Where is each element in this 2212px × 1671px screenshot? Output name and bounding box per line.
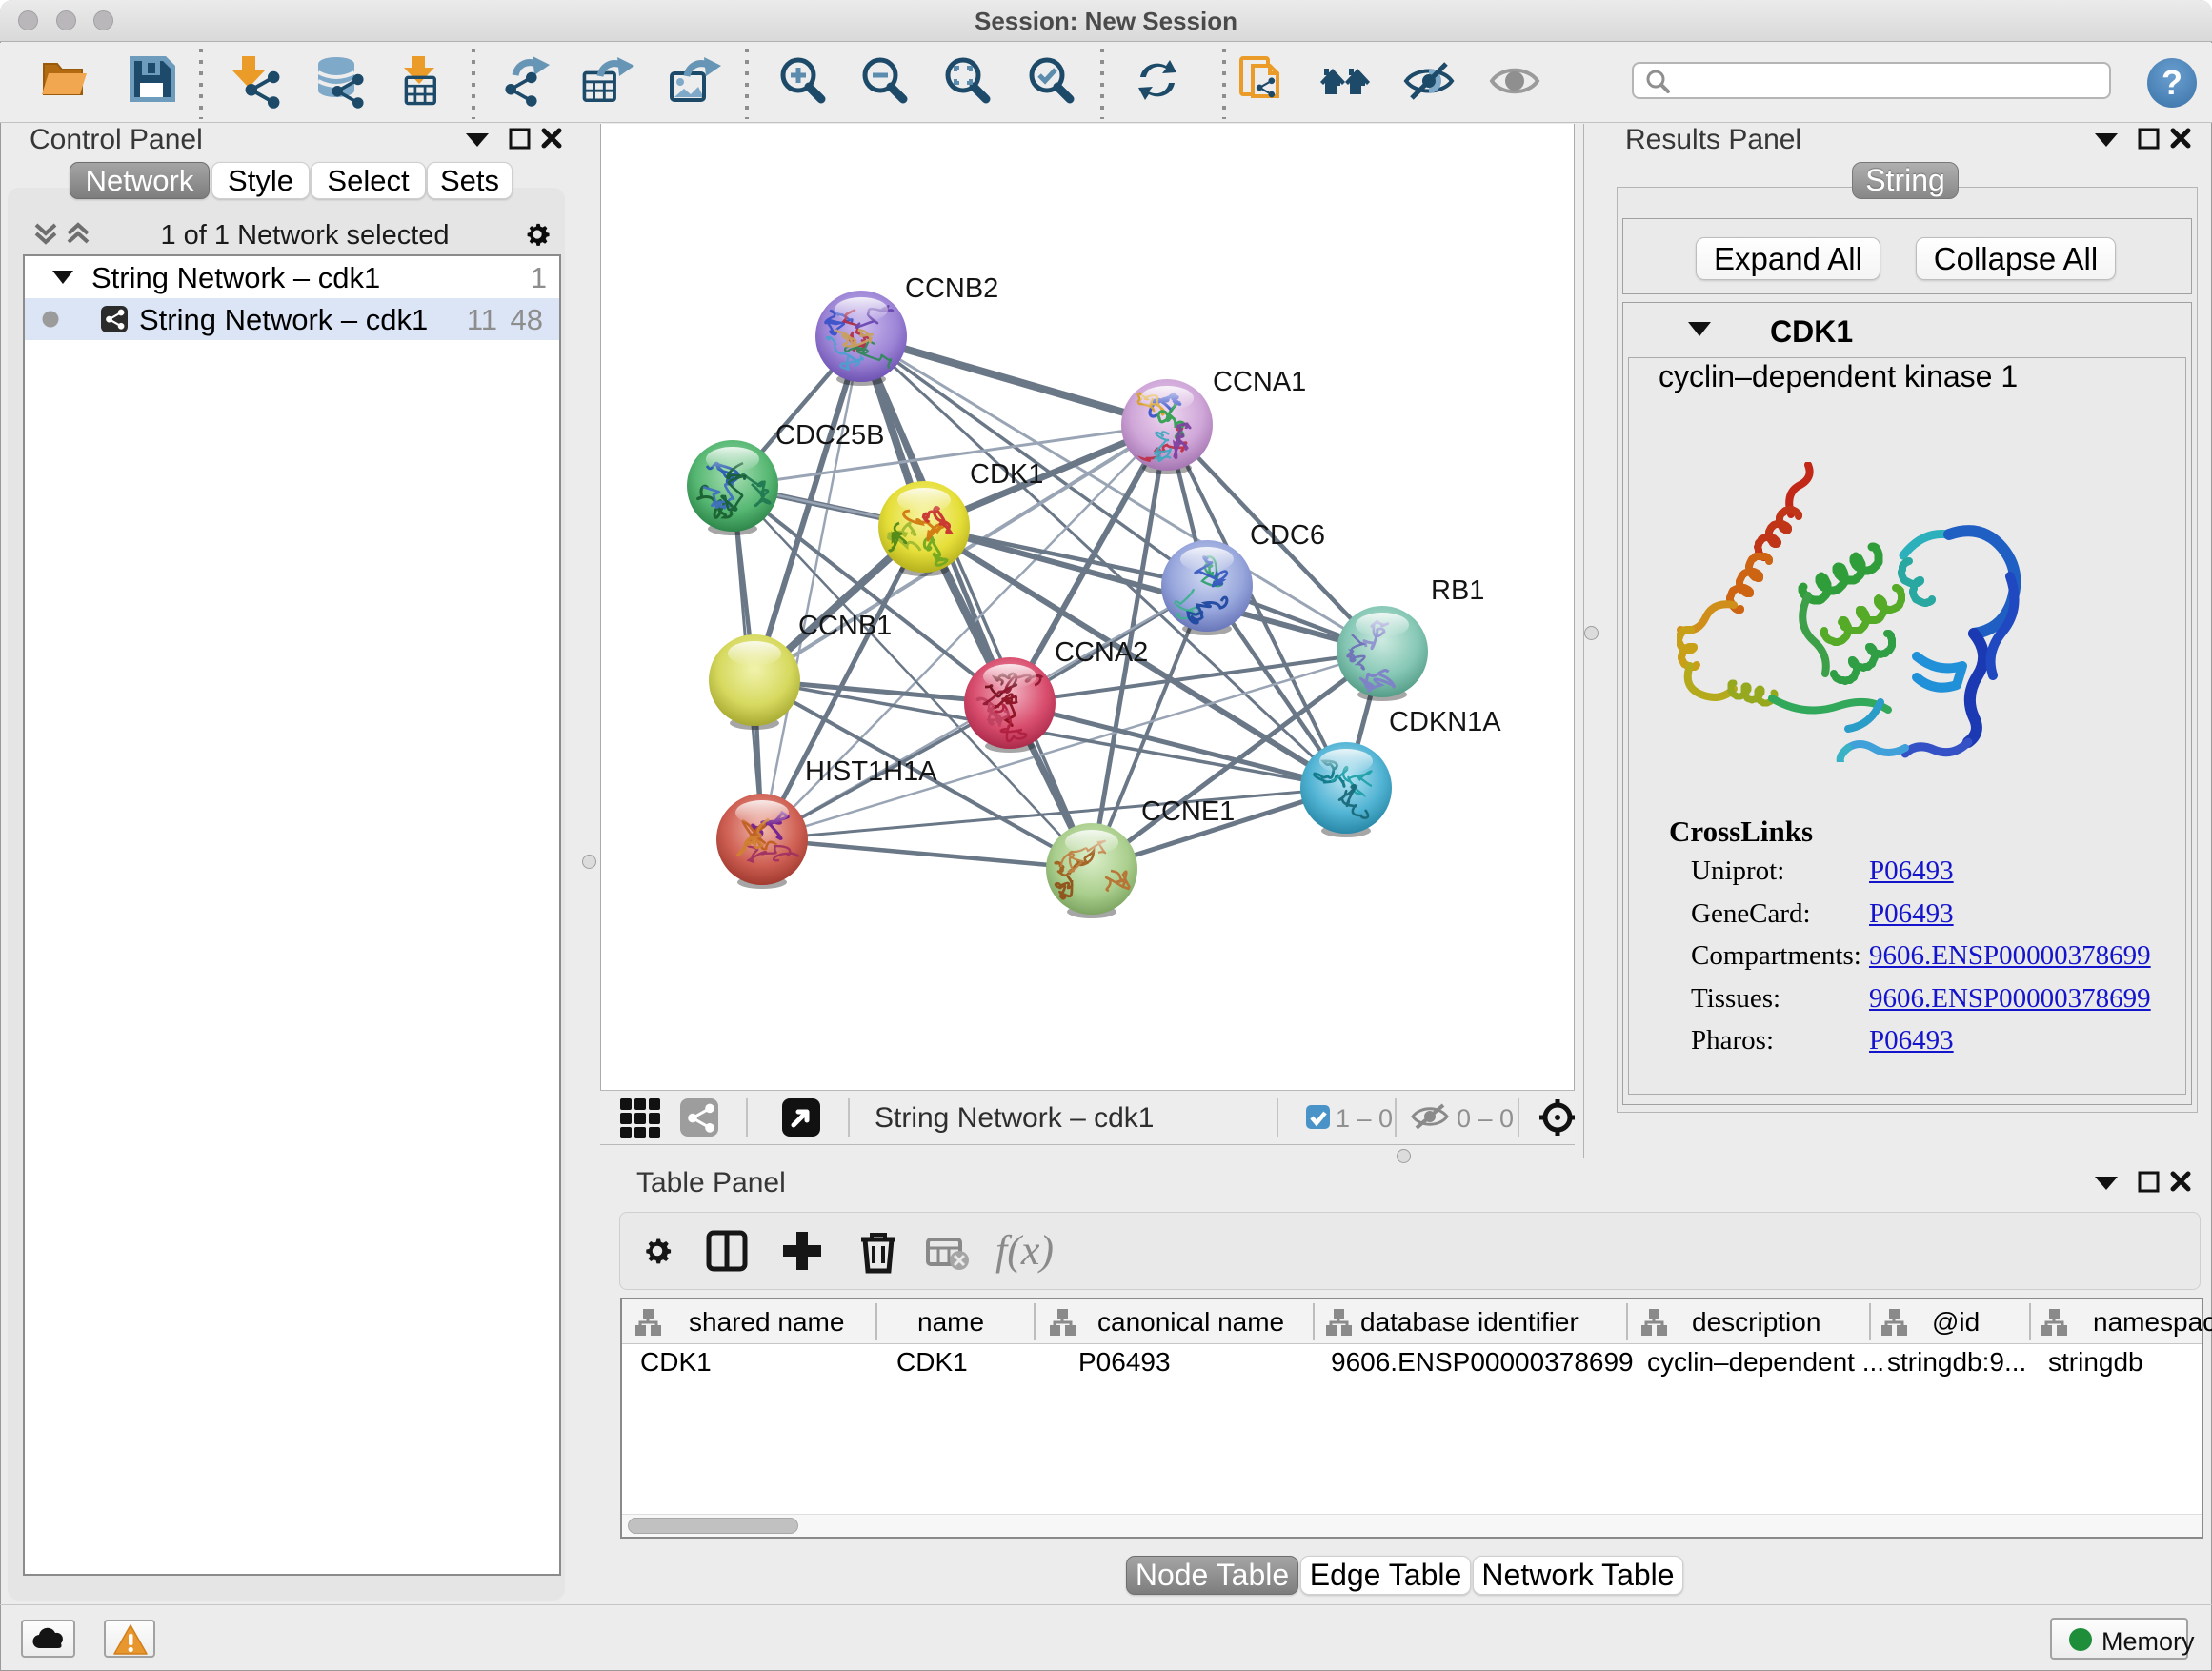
svg-text:HIST1H1A: HIST1H1A <box>805 756 937 787</box>
svg-text:CCNB2: CCNB2 <box>905 273 998 304</box>
svg-text:CDKN1A: CDKN1A <box>1389 707 1501 737</box>
svg-text:f(x): f(x) <box>995 1227 1054 1274</box>
svg-text:RB1: RB1 <box>1431 575 1484 606</box>
svg-text:CDK1: CDK1 <box>970 459 1043 490</box>
svg-text:CDC6: CDC6 <box>1250 520 1325 551</box>
svg-text:CCNA2: CCNA2 <box>1055 637 1148 668</box>
svg-text:CCNB1: CCNB1 <box>798 611 892 641</box>
svg-text:CCNA1: CCNA1 <box>1213 367 1306 397</box>
svg-text:CDC25B: CDC25B <box>775 420 884 451</box>
svg-text:CCNE1: CCNE1 <box>1141 796 1235 827</box>
